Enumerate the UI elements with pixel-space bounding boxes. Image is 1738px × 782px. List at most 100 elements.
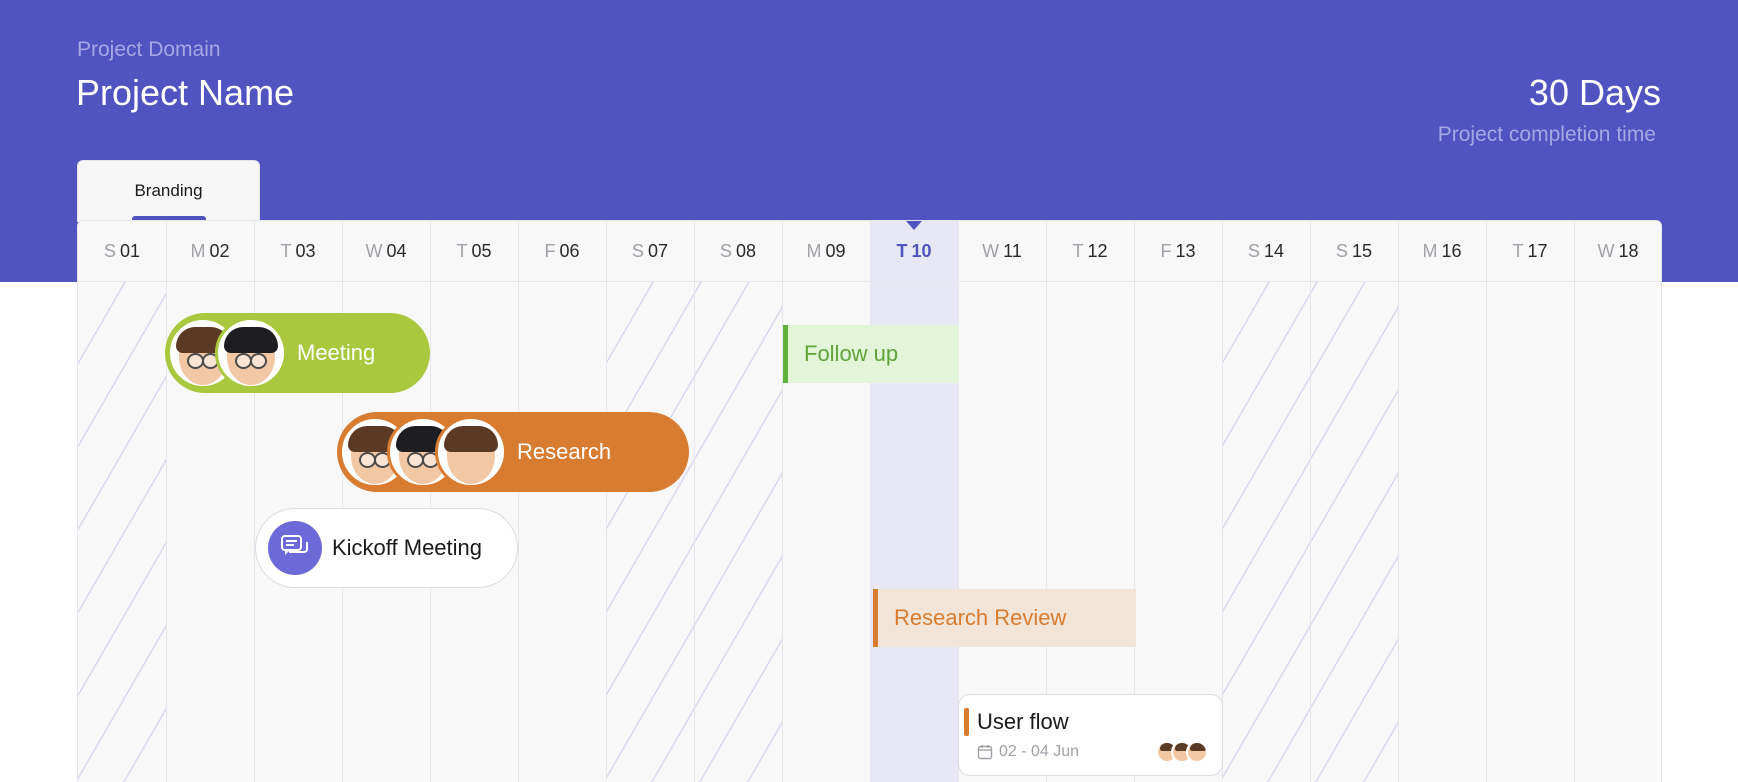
day-letter: T [1512, 241, 1524, 261]
day-cell: W 18 [1574, 221, 1661, 282]
day-letter: F [1160, 241, 1172, 261]
day-cell: T 05 [430, 221, 518, 282]
column-divider [694, 221, 695, 782]
column-divider [166, 221, 167, 782]
meeting-label: Meeting [297, 340, 376, 365]
day-cell: T 10 [870, 221, 958, 282]
day-cell: S 01 [78, 221, 166, 282]
day-cell: S 08 [694, 221, 782, 282]
column-divider [518, 221, 519, 782]
day-number: 18 [1618, 241, 1639, 261]
user-flow-date-row: 02 - 04 Jun [977, 743, 1079, 761]
day-cell: W 04 [342, 221, 430, 282]
day-letter: S [719, 241, 732, 261]
day-letter: M [190, 241, 206, 261]
user-flow-date: 02 - 04 Jun [999, 743, 1080, 760]
day-number: 08 [735, 241, 757, 261]
user-flow-title: User flow [977, 709, 1069, 734]
tab-label: Branding [134, 181, 203, 200]
day-letter: S [103, 241, 116, 261]
day-letter: W [365, 241, 383, 261]
day-number: 02 [209, 241, 230, 261]
day-letter: F [544, 241, 556, 261]
column-divider [430, 221, 431, 782]
day-letter: S [1335, 241, 1348, 261]
column-divider [1574, 221, 1575, 782]
day-number: 10 [911, 241, 932, 261]
column-divider [958, 221, 959, 782]
research-review-label: Research Review [894, 605, 1067, 630]
day-letter: M [806, 241, 822, 261]
day-letter: T [1072, 241, 1084, 261]
day-letter: W [982, 241, 1000, 261]
day-number: 13 [1175, 241, 1196, 261]
avatar-glasses [215, 317, 287, 389]
card-accent [964, 708, 969, 736]
user-flow-card[interactable]: User flow 02 - 04 Jun [958, 694, 1223, 776]
day-number: 14 [1263, 241, 1285, 261]
column-divider [1398, 221, 1399, 782]
weekend-hatch [78, 282, 166, 782]
day-letter: W [1597, 241, 1615, 261]
day-letter: T [896, 241, 908, 261]
day-number: 12 [1087, 241, 1108, 261]
day-cell: M 02 [166, 221, 254, 282]
day-number: 04 [386, 241, 407, 261]
day-number: 03 [295, 241, 316, 261]
day-number: 15 [1351, 241, 1373, 261]
day-cell: T 03 [254, 221, 342, 282]
today-column [870, 221, 958, 782]
project-domain: Project Domain [77, 38, 221, 61]
day-cell: F 13 [1134, 221, 1222, 282]
column-divider [870, 221, 871, 782]
column-divider [342, 221, 343, 782]
day-cell: S 15 [1310, 221, 1398, 282]
duration-label: Project completion time [1437, 123, 1656, 146]
day-cell: T 12 [1046, 221, 1134, 282]
calendar-icon [977, 745, 993, 760]
kickoff-meeting-label: Kickoff Meeting [332, 535, 483, 560]
chat-icon [268, 521, 322, 575]
day-number: 07 [647, 241, 669, 261]
user-flow-avatars [1156, 741, 1208, 763]
day-cell: S 07 [606, 221, 694, 282]
day-number: 01 [119, 241, 141, 261]
avatar-mini [1186, 741, 1208, 763]
column-divider [1310, 221, 1311, 782]
research-review-event[interactable]: Research Review [873, 589, 1136, 647]
day-letter: T [456, 241, 468, 261]
avatar-man [435, 416, 507, 488]
day-cell: M 09 [782, 221, 870, 282]
day-number: 09 [825, 241, 846, 261]
day-cell: M 16 [1398, 221, 1486, 282]
column-divider [606, 221, 607, 782]
day-header: S 01 M 02 T 03 W 04 T 05 F 06 S 07 S 08 M 09 T 10 W 11 T 12 F 13 S… [78, 221, 1661, 282]
tab-branding[interactable]: Branding [77, 160, 260, 222]
day-letter: M [1422, 241, 1438, 261]
follow-up-event[interactable]: Follow up [783, 325, 959, 383]
follow-up-label: Follow up [804, 341, 899, 366]
day-letter: S [1247, 241, 1260, 261]
timeline-grid: S 01 M 02 T 03 W 04 T 05 F 06 S 07 S 08 M 09 T 10 W 11 T 12 F 13 S… [77, 220, 1662, 782]
day-number: 11 [1003, 241, 1022, 261]
project-title: Project Name [76, 72, 295, 113]
day-letter: S [631, 241, 644, 261]
day-number: 17 [1527, 241, 1548, 261]
project-duration: 30 Days [1528, 72, 1661, 113]
day-cell: F 06 [518, 221, 606, 282]
column-divider [1486, 221, 1487, 782]
day-number: 05 [471, 241, 492, 261]
day-cell: W 11 [958, 221, 1046, 282]
research-event[interactable]: Research [337, 412, 689, 492]
day-cell: T 17 [1486, 221, 1574, 282]
column-divider [1222, 221, 1223, 782]
day-number: 06 [559, 241, 580, 261]
kickoff-meeting-event[interactable]: Kickoff Meeting [255, 508, 518, 588]
today-marker [906, 221, 922, 230]
day-number: 16 [1441, 241, 1462, 261]
research-label: Research [517, 439, 612, 464]
day-letter: T [280, 241, 292, 261]
day-cell: S 14 [1222, 221, 1310, 282]
column-divider [254, 221, 255, 782]
meeting-event[interactable]: Meeting [165, 313, 430, 393]
